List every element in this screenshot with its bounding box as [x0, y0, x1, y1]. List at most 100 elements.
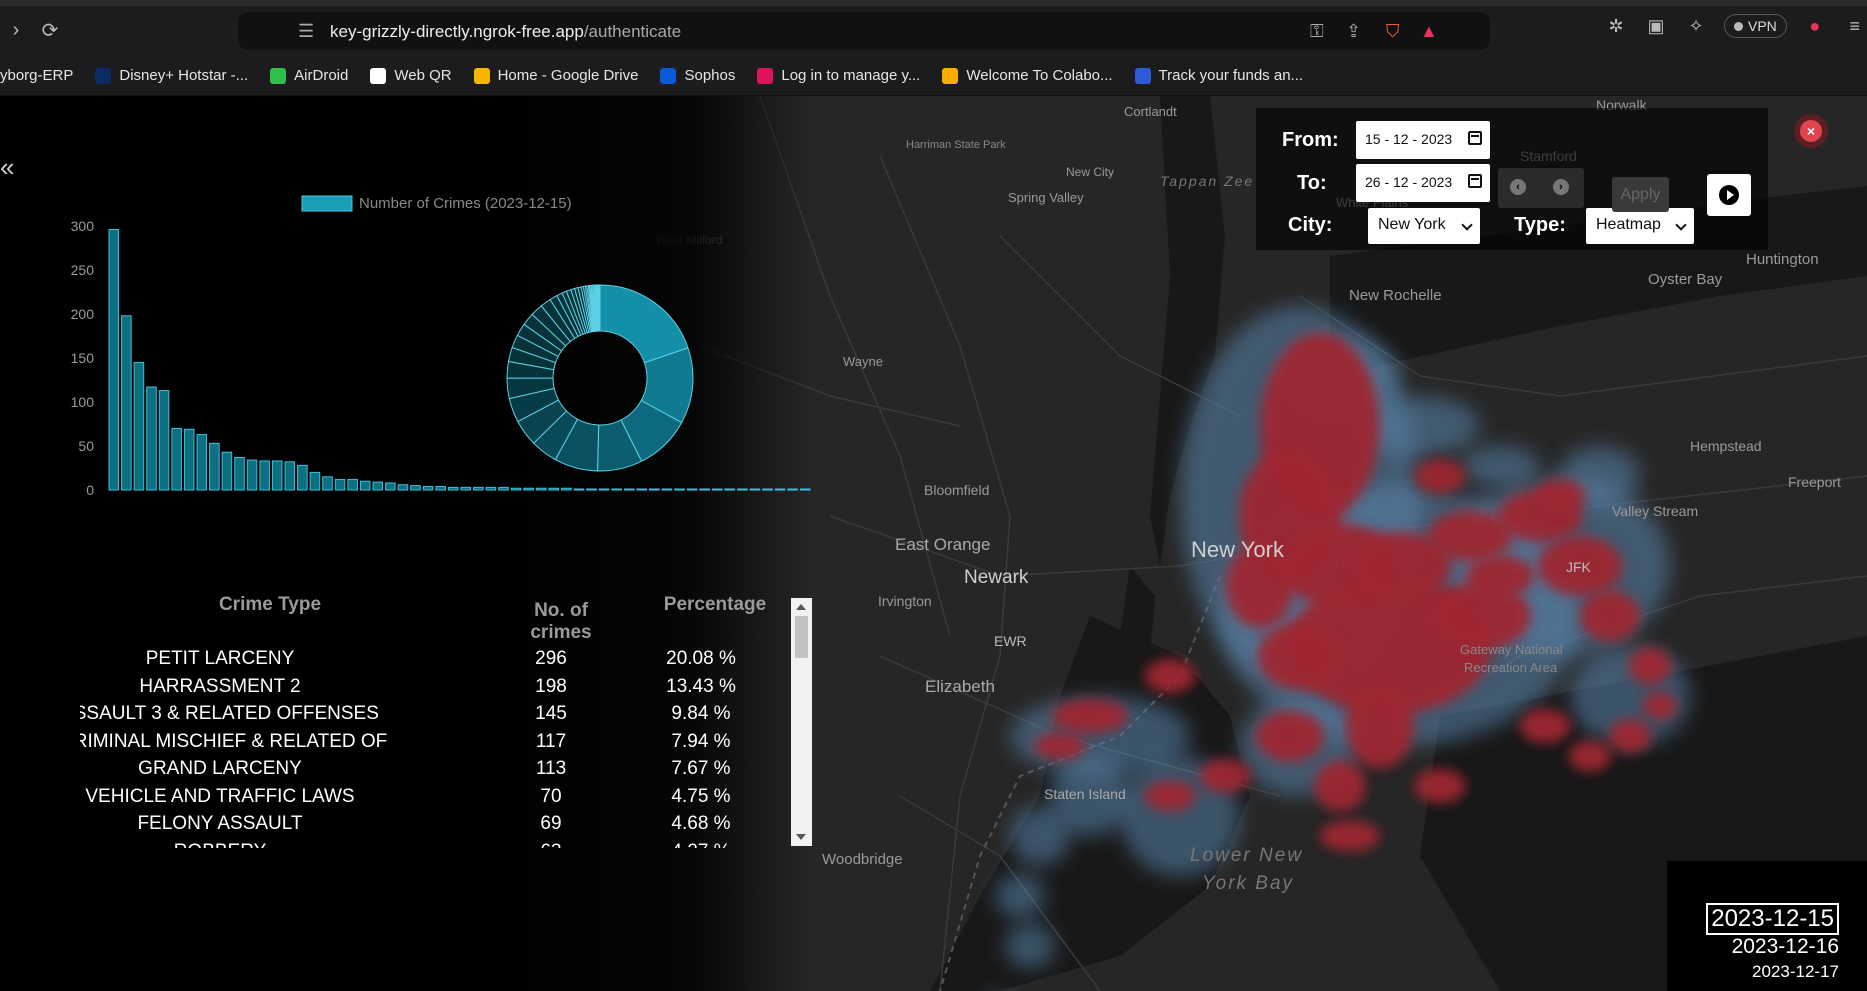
header-percentage[interactable]: Percentage: [640, 594, 790, 616]
bar[interactable]: [623, 488, 635, 491]
bar[interactable]: [234, 456, 245, 491]
bar[interactable]: [674, 488, 685, 491]
bar[interactable]: [711, 488, 723, 491]
timeline-next-date[interactable]: 2023-12-16: [1732, 935, 1839, 959]
play-animation-button[interactable]: [1707, 174, 1751, 216]
table-row[interactable]: VEHICLE AND TRAFFIC LAWS 70 4.75 %: [80, 786, 800, 813]
bar[interactable]: [573, 488, 585, 491]
to-date-input[interactable]: 26 - 12 - 2023: [1356, 164, 1490, 202]
reload-icon[interactable]: ⟳: [34, 14, 66, 46]
brave-rewards-icon[interactable]: ▲: [1420, 21, 1438, 42]
bar[interactable]: [548, 487, 560, 491]
bar[interactable]: [171, 427, 182, 491]
bar[interactable]: [460, 486, 472, 491]
bar[interactable]: [473, 486, 484, 491]
bar[interactable]: [133, 361, 145, 491]
bookmark-item[interactable]: yborg-ERP: [0, 67, 73, 84]
bookmark-item[interactable]: Web QR: [370, 67, 452, 84]
bar[interactable]: [686, 488, 698, 491]
bar[interactable]: [385, 482, 396, 491]
scroll-thumb[interactable]: [795, 616, 808, 658]
bookmark-item[interactable]: Sophos: [660, 67, 735, 84]
step-back-icon[interactable]: ‹: [1510, 179, 1526, 195]
step-forward-icon[interactable]: ›: [1553, 179, 1569, 195]
profile-avatar-icon[interactable]: ●: [1803, 14, 1827, 38]
password-key-icon[interactable]: ⚿: [1310, 21, 1324, 42]
bar[interactable]: [121, 315, 132, 491]
bookmark-item[interactable]: AirDroid: [270, 67, 348, 84]
bar[interactable]: [724, 488, 736, 491]
bar[interactable]: [284, 461, 296, 491]
share-icon[interactable]: ⇪: [1346, 21, 1361, 42]
bar[interactable]: [649, 488, 660, 491]
bar[interactable]: [108, 229, 120, 491]
url-text[interactable]: key-grizzly-directly.ngrok-free.app/auth…: [330, 22, 681, 42]
bookmark-item[interactable]: Log in to manage y...: [757, 67, 920, 84]
close-button[interactable]: ×: [1794, 114, 1828, 148]
forward-icon[interactable]: ›: [0, 14, 32, 46]
table-row[interactable]: GRAND LARCENY 113 7.67 %: [80, 758, 800, 785]
bar[interactable]: [259, 460, 270, 491]
bar[interactable]: [561, 487, 572, 491]
table-scrollbar[interactable]: [791, 598, 812, 846]
bar[interactable]: [297, 464, 308, 491]
from-date-input[interactable]: 15 - 12 - 2023: [1356, 121, 1490, 159]
bar[interactable]: [372, 481, 384, 491]
menu-icon[interactable]: ≡: [1843, 14, 1867, 38]
table-row[interactable]: HARRASSMENT 2 198 13.43 %: [80, 676, 800, 703]
bookmark-item[interactable]: Disney+ Hotstar -...: [95, 67, 248, 84]
bar[interactable]: [586, 488, 597, 491]
bar[interactable]: [510, 487, 522, 491]
bar[interactable]: [636, 488, 648, 491]
extensions-icon[interactable]: ✲: [1604, 14, 1628, 38]
bar[interactable]: [787, 488, 798, 491]
bar[interactable]: [523, 487, 534, 491]
pie-slice[interactable]: [599, 284, 689, 364]
calendar-icon[interactable]: [1468, 131, 1482, 145]
table-row[interactable]: ASSAULT 3 & RELATED OFFENSES 145 9.84 %: [80, 703, 800, 730]
bar[interactable]: [221, 451, 233, 491]
bar[interactable]: [611, 488, 622, 491]
bar[interactable]: [447, 486, 459, 491]
bar[interactable]: [246, 459, 258, 491]
bar[interactable]: [422, 485, 434, 491]
bar[interactable]: [271, 460, 283, 491]
header-no-of-crimes[interactable]: No. of crimes: [516, 600, 606, 644]
bar[interactable]: [359, 480, 371, 491]
bar[interactable]: [146, 386, 157, 491]
apply-button[interactable]: Apply: [1612, 177, 1669, 212]
table-row[interactable]: CRIMINAL MISCHIEF & RELATED OF 117 7.94 %: [80, 731, 800, 758]
bar[interactable]: [196, 434, 208, 491]
header-crime-type[interactable]: Crime Type: [190, 594, 350, 616]
table-row[interactable]: FELONY ASSAULT 69 4.68 %: [80, 813, 800, 840]
timeline-after-date[interactable]: 2023-12-17: [1752, 962, 1839, 982]
site-settings-icon[interactable]: ☰: [298, 21, 314, 42]
bar[interactable]: [410, 485, 421, 491]
bar[interactable]: [309, 471, 321, 491]
bookmark-item[interactable]: Welcome To Colabo...: [942, 67, 1113, 84]
wallet-icon[interactable]: ▣: [1644, 14, 1668, 38]
calendar-icon[interactable]: [1468, 174, 1482, 188]
bar[interactable]: [661, 488, 673, 491]
vpn-button[interactable]: VPN: [1724, 14, 1787, 38]
table-row[interactable]: PETIT LARCENY 296 20.08 %: [80, 648, 800, 675]
bar[interactable]: [435, 485, 446, 491]
bar[interactable]: [737, 488, 748, 491]
bar[interactable]: [347, 478, 358, 491]
bar[interactable]: [749, 488, 761, 491]
city-select[interactable]: New York: [1368, 208, 1480, 244]
leo-ai-icon[interactable]: ✧: [1684, 14, 1708, 38]
scroll-up-icon[interactable]: [796, 604, 806, 610]
legend-swatch[interactable]: [301, 195, 353, 212]
bar[interactable]: [774, 488, 786, 491]
bar[interactable]: [699, 488, 710, 491]
address-bar[interactable]: ☰ key-grizzly-directly.ngrok-free.app/au…: [238, 12, 1490, 50]
bar[interactable]: [334, 478, 346, 491]
bar[interactable]: [322, 476, 333, 491]
bar[interactable]: [397, 484, 409, 491]
bookmark-item[interactable]: Track your funds an...: [1134, 67, 1303, 84]
bar[interactable]: [209, 442, 220, 491]
scroll-down-icon[interactable]: [796, 834, 806, 840]
bar[interactable]: [158, 390, 170, 491]
bar[interactable]: [762, 488, 773, 491]
